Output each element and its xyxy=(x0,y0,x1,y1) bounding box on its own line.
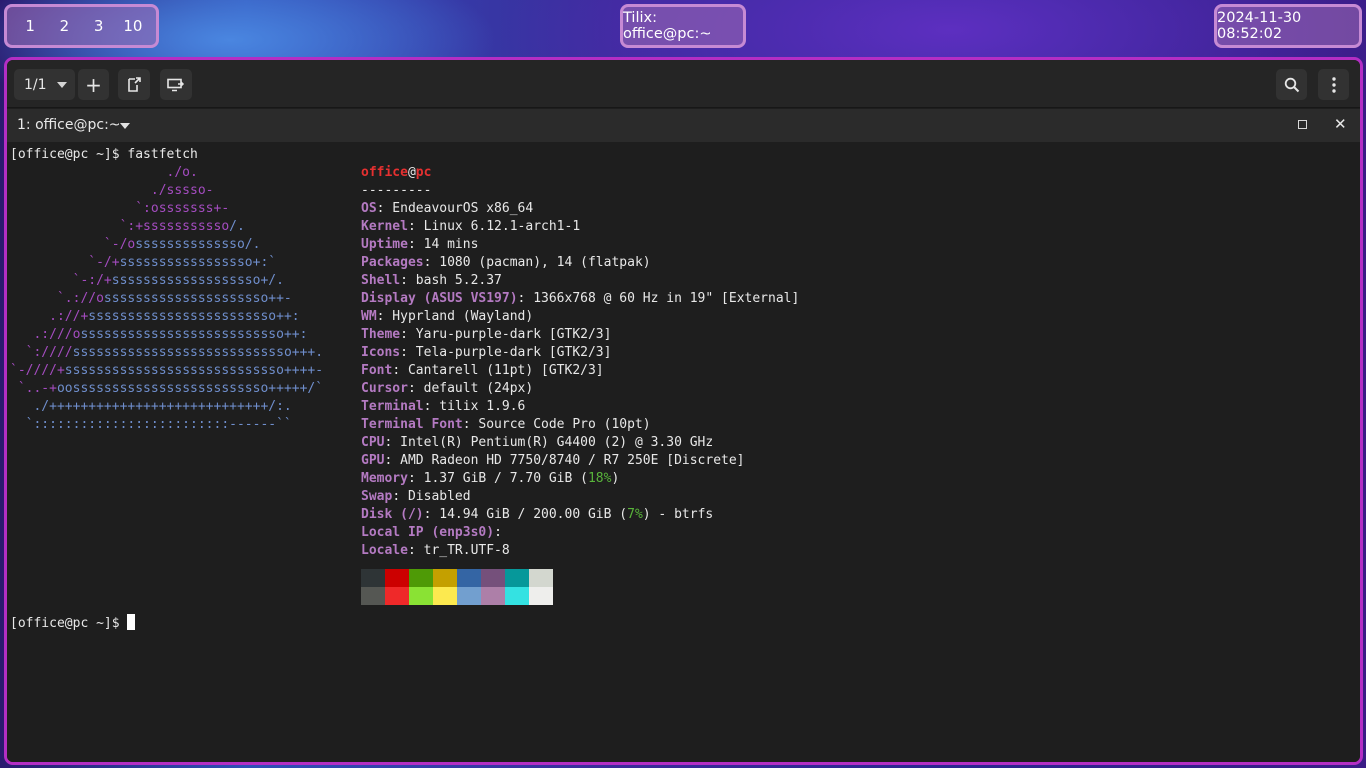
local-ip-line: Local IP (enp3s0): xyxy=(361,525,502,540)
info-line: Uptime: 14 mins xyxy=(361,237,479,252)
tilix-window: 1/1 + 1: office@pc:~ ✕ [office@pc ~]$ fa… xyxy=(4,57,1363,765)
terminal-title[interactable]: 1: office@pc:~ xyxy=(17,117,121,133)
chevron-down-icon xyxy=(56,81,67,88)
color-swatch xyxy=(529,569,553,587)
memory-line: Memory: 1.37 GiB / 7.70 GiB (18%) xyxy=(361,471,620,486)
maximize-icon[interactable] xyxy=(1298,120,1307,129)
add-session-icon: + xyxy=(85,72,102,97)
broadcast-button[interactable] xyxy=(160,69,192,100)
system-info: office@pc --------- OS: EndeavourOS x86_… xyxy=(361,164,799,560)
logo-line: `:::::::::::::::::::::::::------`` xyxy=(10,417,292,432)
workspace-10[interactable]: 10 xyxy=(123,17,143,35)
color-swatch xyxy=(481,569,505,587)
logo-line: ./o. xyxy=(10,165,198,180)
info-line: GPU: AMD Radeon HD 7750/8740 / R7 250E [… xyxy=(361,453,745,468)
broadcast-icon xyxy=(167,78,185,91)
color-swatch xyxy=(385,569,409,587)
logo-line: `-/+sssssssssssssssso+:` xyxy=(10,255,277,270)
prompt: [office@pc ~]$ xyxy=(10,147,128,162)
command-line: [office@pc ~]$ fastfetch xyxy=(10,146,198,164)
info-line: Kernel: Linux 6.12.1-arch1-1 xyxy=(361,219,581,234)
ascii-logo: ./o. ./sssso- `:osssssss+- `:+ssssssssss… xyxy=(10,164,323,434)
terminal-title-bar: 1: office@pc:~ ✕ xyxy=(7,109,1360,142)
add-session-button[interactable]: + xyxy=(78,69,109,100)
color-swatch xyxy=(433,587,457,605)
color-swatch xyxy=(529,587,553,605)
disk-line: Disk (/): 14.94 GiB / 200.00 GiB (7%) - … xyxy=(361,507,714,522)
user-host: office@pc xyxy=(361,165,432,180)
info-line: Display (ASUS VS197): 1366x768 @ 60 Hz i… xyxy=(361,291,800,306)
workspace-1[interactable]: 1 xyxy=(20,17,40,35)
color-swatch xyxy=(481,587,505,605)
logo-line: `:osssssss+- xyxy=(10,201,230,216)
active-prompt-line[interactable]: [office@pc ~]$ xyxy=(10,614,136,632)
color-palette xyxy=(361,569,553,605)
color-swatch xyxy=(433,569,457,587)
search-button[interactable] xyxy=(1276,69,1307,100)
logo-line: `-:/+sssssssssssssssssso+/. xyxy=(10,273,284,288)
text-cursor xyxy=(127,614,136,630)
color-swatch xyxy=(505,587,529,605)
info-line: Cursor: default (24px) xyxy=(361,381,534,396)
logo-line: .:///ossssssssssssssssssssssssso++: xyxy=(10,327,308,342)
color-swatch xyxy=(457,587,481,605)
menu-button[interactable] xyxy=(1318,69,1349,100)
color-swatch xyxy=(361,569,385,587)
clock-text: 2024-11-30 08:52:02 xyxy=(1217,10,1302,42)
info-line: Theme: Yaru-purple-dark [GTK2/3] xyxy=(361,327,612,342)
active-window-title: Tilix: office@pc:~ xyxy=(620,4,746,48)
active-window-title-text: Tilix: office@pc:~ xyxy=(623,10,712,42)
info-line: OS: EndeavourOS x86_64 xyxy=(361,201,534,216)
color-swatch xyxy=(505,569,529,587)
color-swatch xyxy=(409,569,433,587)
session-count: 1/1 xyxy=(24,76,47,93)
color-swatch xyxy=(409,587,433,605)
logo-line: ./++++++++++++++++++++++++++++/:. xyxy=(10,399,292,414)
workspace-3[interactable]: 3 xyxy=(89,17,109,35)
sync-input-icon xyxy=(128,76,141,92)
color-swatch xyxy=(361,587,385,605)
info-line: Font: Cantarell (11pt) [GTK2/3] xyxy=(361,363,604,378)
info-line: WM: Hyprland (Wayland) xyxy=(361,309,534,324)
color-swatch xyxy=(457,569,481,587)
logo-line: `-////+ssssssssssssssssssssssssssso++++- xyxy=(10,363,324,378)
locale-line: Locale: tr_TR.UTF-8 xyxy=(361,543,510,558)
workspace-switcher: 1 2 3 10 xyxy=(4,4,159,48)
search-icon xyxy=(1284,77,1299,92)
command: fastfetch xyxy=(127,147,198,162)
info-line: Terminal Font: Source Code Pro (10pt) xyxy=(361,417,651,432)
logo-line: `.://osssssssssssssssssssso++- xyxy=(10,291,292,306)
logo-line: `-/ossssssssssssso/. xyxy=(10,237,261,252)
logo-line: ./sssso- xyxy=(10,183,214,198)
prompt: [office@pc ~]$ xyxy=(10,616,128,631)
logo-line: `:////ssssssssssssssssssssssssssso+++. xyxy=(10,345,324,360)
chevron-down-icon[interactable] xyxy=(120,123,130,129)
info-line: Icons: Tela-purple-dark [GTK2/3] xyxy=(361,345,612,360)
swap-line: Swap: Disabled xyxy=(361,489,471,504)
separator: --------- xyxy=(361,183,432,198)
logo-line: `..-+oosssssssssssssssssssssssso+++++/` xyxy=(10,381,324,396)
logo-line: `:+sssssssssso/. xyxy=(10,219,245,234)
menu-icon xyxy=(1331,76,1336,93)
session-switcher-button[interactable]: 1/1 xyxy=(14,69,75,100)
info-line: Terminal: tilix 1.9.6 xyxy=(361,399,526,414)
workspace-2[interactable]: 2 xyxy=(54,17,74,35)
header-bar: 1/1 + xyxy=(7,60,1360,108)
sync-input-button[interactable] xyxy=(118,69,150,100)
terminal-output[interactable]: [office@pc ~]$ fastfetch ./o. ./sssso- `… xyxy=(7,143,1360,762)
close-icon[interactable]: ✕ xyxy=(1334,115,1347,133)
clock: 2024-11-30 08:52:02 xyxy=(1214,4,1362,48)
logo-line: .://+ssssssssssssssssssssssso++: xyxy=(10,309,300,324)
info-line: Shell: bash 5.2.37 xyxy=(361,273,502,288)
color-swatch xyxy=(385,587,409,605)
info-line: CPU: Intel(R) Pentium(R) G4400 (2) @ 3.3… xyxy=(361,435,714,450)
info-line: Packages: 1080 (pacman), 14 (flatpak) xyxy=(361,255,651,270)
